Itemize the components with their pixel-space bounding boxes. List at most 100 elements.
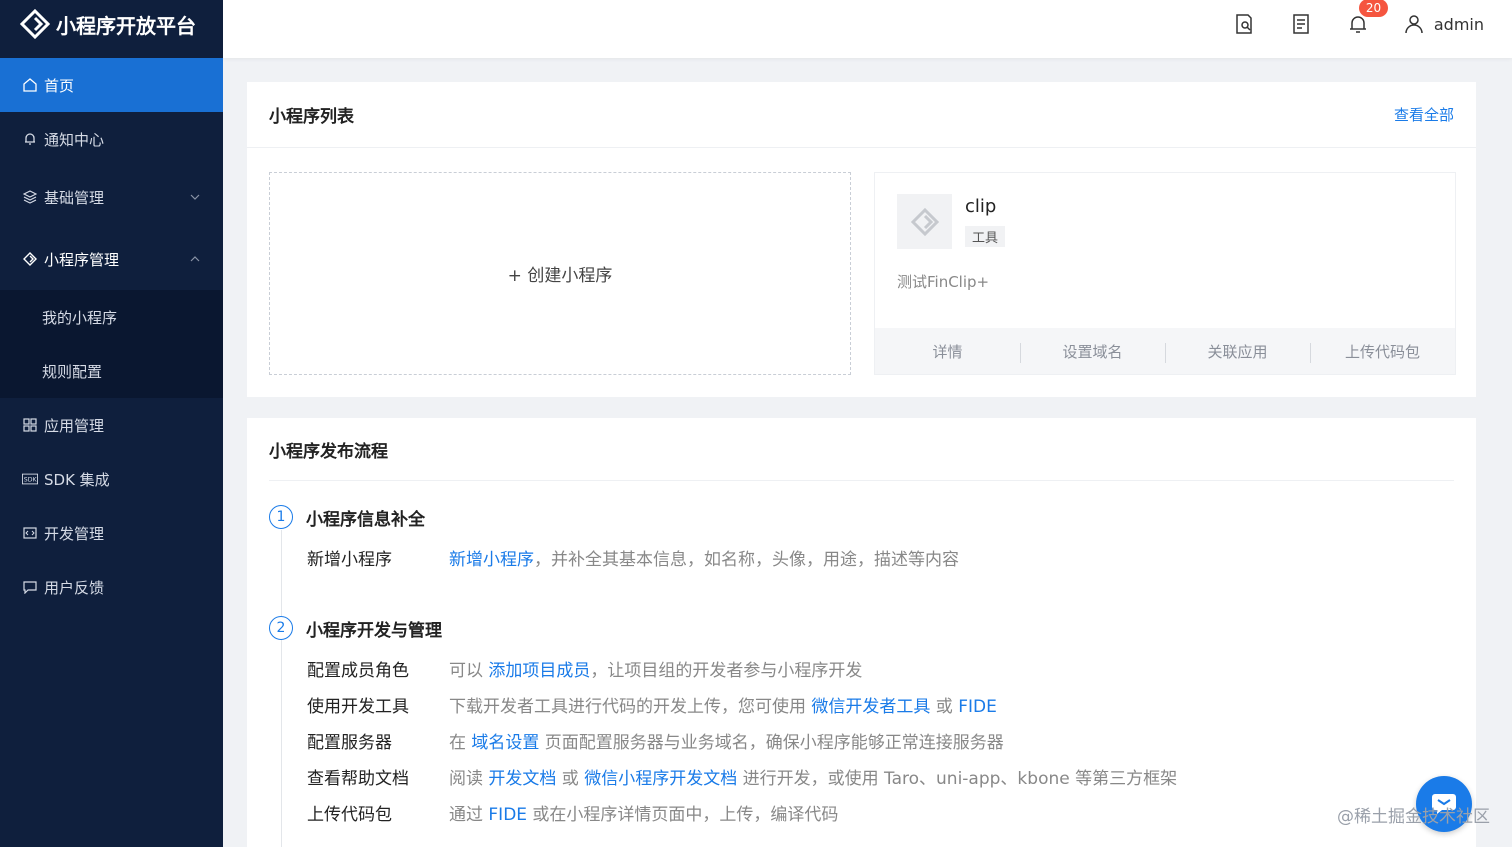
logo[interactable]: 小程序开放平台 bbox=[0, 0, 223, 48]
publish-flow-card: 小程序发布流程 1 小程序信息补全 新增小程序 新增小程序，并补全其基本信息，如… bbox=[247, 418, 1476, 847]
sidebar-item-feedback[interactable]: 用户反馈 bbox=[0, 560, 223, 614]
sidebar-item-label: 基础管理 bbox=[44, 188, 105, 207]
sidebar-item-home[interactable]: 首页 bbox=[0, 58, 223, 112]
row-text: 阅读 bbox=[449, 768, 489, 789]
upload-code-button[interactable]: 上传代码包 bbox=[1310, 341, 1455, 363]
row-key: 配置成员角色 bbox=[307, 660, 409, 681]
sidebar-item-my-miniprograms[interactable]: 我的小程序 bbox=[0, 290, 223, 344]
sidebar-item-dev-management[interactable]: 开发管理 bbox=[0, 506, 223, 560]
topbar: 20 admin bbox=[223, 0, 1512, 58]
chevron-down-icon bbox=[190, 194, 200, 200]
sidebar-item-label: SDK 集成 bbox=[44, 470, 110, 489]
sidebar-item-label: 我的小程序 bbox=[42, 308, 118, 327]
bell-icon bbox=[22, 131, 38, 147]
flow-steps: 1 小程序信息补全 新增小程序 新增小程序，并补全其基本信息，如名称，头像，用途… bbox=[269, 502, 1449, 847]
add-member-link[interactable]: 添加项目成员 bbox=[488, 661, 590, 681]
step-number: 1 bbox=[269, 505, 293, 529]
user-menu[interactable]: admin bbox=[1404, 14, 1484, 34]
user-icon bbox=[1405, 15, 1423, 34]
sidebar-item-sdk[interactable]: SDK SDK 集成 bbox=[0, 452, 223, 506]
feedback-icon bbox=[22, 579, 38, 595]
app-name: clip bbox=[965, 196, 997, 217]
app-tag: 工具 bbox=[965, 226, 1006, 247]
set-domain-button[interactable]: 设置域名 bbox=[1020, 341, 1165, 363]
step-row: 新增小程序 新增小程序，并补全其基本信息，如名称，头像，用途，描述等内容 bbox=[269, 539, 1449, 575]
card-title: 小程序列表 bbox=[269, 107, 354, 127]
row-value: 在 域名设置 页面配置服务器与业务域名，确保小程序能够正常连接服务器 bbox=[449, 728, 1004, 753]
step-row: 配置服务器 在 域名设置 页面配置服务器与业务域名，确保小程序能够正常连接服务器 bbox=[269, 722, 1449, 758]
sidebar-item-label: 规则配置 bbox=[42, 362, 103, 381]
row-text: 或在小程序详情页面中，上传，编译代码 bbox=[527, 804, 839, 825]
row-text: 下载开发者工具进行代码的开发上传，您可使用 bbox=[449, 696, 812, 717]
wechat-devtools-link[interactable]: 微信开发者工具 bbox=[811, 697, 930, 717]
row-key: 上传代码包 bbox=[307, 804, 392, 825]
dev-docs-link[interactable]: 开发文档 bbox=[488, 769, 556, 789]
domain-settings-link[interactable]: 域名设置 bbox=[471, 733, 539, 753]
step-number: 2 bbox=[269, 616, 293, 640]
sidebar-item-label: 通知中心 bbox=[44, 130, 105, 149]
app-actions: 详情 设置域名 关联应用 上传代码包 bbox=[875, 328, 1455, 374]
details-button[interactable]: 详情 bbox=[875, 341, 1020, 362]
row-key: 查看帮助文档 bbox=[307, 768, 409, 789]
sdk-icon: SDK bbox=[22, 471, 38, 487]
step-2: 2 小程序开发与管理 配置成员角色 可以 添加项目成员，让项目组的开发者参与小程… bbox=[269, 613, 1449, 830]
sidebar-item-app-management[interactable]: 应用管理 bbox=[0, 398, 223, 452]
sidebar-item-label: 用户反馈 bbox=[44, 578, 105, 597]
layers-icon bbox=[22, 189, 38, 205]
link-app-button[interactable]: 关联应用 bbox=[1165, 341, 1310, 363]
row-text: 在 bbox=[449, 732, 472, 753]
fide-link[interactable]: FIDE bbox=[958, 697, 997, 717]
card-header: 小程序发布流程 bbox=[269, 418, 1454, 481]
username: admin bbox=[1433, 14, 1484, 34]
create-miniprogram-button[interactable]: + 创建小程序 bbox=[269, 172, 851, 375]
view-all-link[interactable]: 查看全部 bbox=[1394, 104, 1454, 125]
miniprogram-icon bbox=[22, 251, 38, 267]
card-header: 小程序列表 查看全部 bbox=[247, 82, 1476, 148]
card-title: 小程序发布流程 bbox=[269, 441, 388, 462]
document-list-icon[interactable] bbox=[1290, 13, 1312, 35]
miniprogram-card[interactable]: clip 工具 测试FinClip+ 详情 设置域名 关联应用 上传代码包 bbox=[874, 172, 1456, 375]
add-miniprogram-link[interactable]: 新增小程序 bbox=[449, 550, 534, 570]
miniprogram-logo-icon bbox=[910, 207, 939, 236]
row-text: 页面配置服务器与业务域名，确保小程序能够正常连接服务器 bbox=[539, 732, 1004, 753]
home-icon bbox=[22, 77, 38, 93]
wechat-docs-link[interactable]: 微信小程序开发文档 bbox=[584, 769, 737, 789]
row-text: 或 bbox=[556, 768, 585, 789]
chevron-up-icon bbox=[190, 256, 200, 262]
sidebar-item-label: 小程序管理 bbox=[44, 250, 120, 269]
row-text: 可以 bbox=[449, 660, 489, 681]
sidebar-item-miniprogram-management[interactable]: 小程序管理 bbox=[0, 228, 223, 290]
sidebar-item-rule-config[interactable]: 规则配置 bbox=[0, 344, 223, 398]
sidebar-item-label: 开发管理 bbox=[44, 524, 105, 543]
miniprogram-list-card: 小程序列表 查看全部 + 创建小程序 clip 工具 测试FinClip+ 详情… bbox=[247, 82, 1476, 397]
sidebar-item-notifications[interactable]: 通知中心 bbox=[0, 112, 223, 166]
logo-text: 小程序开放平台 bbox=[56, 13, 196, 38]
logo-icon bbox=[20, 9, 50, 39]
row-key: 新增小程序 bbox=[307, 549, 392, 570]
fide-link[interactable]: FIDE bbox=[488, 805, 527, 825]
row-text: ，让项目组的开发者参与小程序开发 bbox=[590, 660, 863, 681]
row-value: 新增小程序，并补全其基本信息，如名称，头像，用途，描述等内容 bbox=[449, 545, 959, 570]
sidebar-item-label: 首页 bbox=[44, 76, 75, 95]
sidebar-submenu: 我的小程序 规则配置 bbox=[0, 290, 223, 398]
topbar-actions: 20 admin bbox=[1198, 0, 1484, 48]
row-value: 通过 FIDE 或在小程序详情页面中，上传，编译代码 bbox=[449, 800, 838, 825]
step-row: 使用开发工具 下载开发者工具进行代码的开发上传，您可使用 微信开发者工具 或 F… bbox=[269, 686, 1449, 722]
sidebar-item-basic-management[interactable]: 基础管理 bbox=[0, 166, 223, 228]
sidebar-item-label: 应用管理 bbox=[44, 416, 105, 435]
row-key: 配置服务器 bbox=[307, 732, 392, 753]
step-row: 配置成员角色 可以 添加项目成员，让项目组的开发者参与小程序开发 bbox=[269, 650, 1449, 686]
step-row: 上传代码包 通过 FIDE 或在小程序详情页面中，上传，编译代码 bbox=[269, 794, 1449, 830]
svg-text:SDK: SDK bbox=[24, 477, 38, 484]
code-icon bbox=[22, 525, 38, 541]
notification-bell[interactable]: 20 bbox=[1347, 0, 1389, 35]
watermark: @稀土掘金技术社区 bbox=[1337, 807, 1490, 827]
document-search-icon[interactable] bbox=[1233, 13, 1255, 35]
step-row: 查看帮助文档 阅读 开发文档 或 微信小程序开发文档 进行开发，或使用 Taro… bbox=[269, 758, 1449, 794]
row-text: 进行开发，或使用 Taro、uni-app、kbone 等第三方框架 bbox=[737, 768, 1178, 789]
row-value: 下载开发者工具进行代码的开发上传，您可使用 微信开发者工具 或 FIDE bbox=[449, 692, 997, 717]
sidebar: 小程序开放平台 首页 通知中心 基础管理 小程序管理 我的小程序 规则配置 应用… bbox=[0, 0, 223, 847]
row-text: 通过 bbox=[449, 804, 489, 825]
app-description: 测试FinClip+ bbox=[897, 273, 990, 291]
step-1: 1 小程序信息补全 新增小程序 新增小程序，并补全其基本信息，如名称，头像，用途… bbox=[269, 502, 1449, 575]
